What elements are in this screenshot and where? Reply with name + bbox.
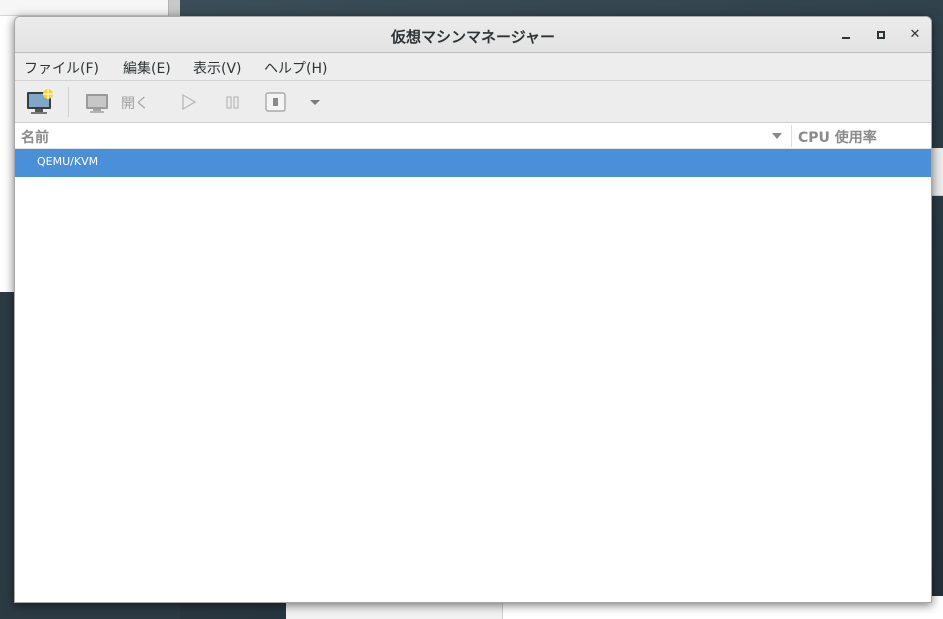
column-header-cpu[interactable]: CPU 使用率 [798, 127, 877, 147]
menu-file[interactable]: ファイル(F) [24, 58, 99, 78]
maximize-icon [877, 31, 885, 39]
connection-name: QEMU/KVM [37, 155, 99, 168]
connection-list[interactable]: QEMU/KVM [15, 149, 931, 602]
pause-icon [226, 96, 239, 109]
menu-view[interactable]: 表示(V) [193, 58, 242, 78]
list-item[interactable]: QEMU/KVM [15, 149, 931, 177]
open-button[interactable]: 開く [83, 81, 153, 123]
sort-down-icon[interactable] [772, 133, 782, 139]
title-bar[interactable]: 仮想マシンマネージャー ✕ [15, 17, 931, 53]
pause-button[interactable] [219, 81, 247, 123]
window-title: 仮想マシンマネージャー [391, 28, 555, 46]
minimize-icon [842, 37, 850, 39]
play-icon [182, 93, 197, 111]
close-icon: ✕ [909, 27, 921, 42]
menu-bar: ファイル(F) 編集(E) 表示(V) ヘルプ(H) [15, 53, 931, 81]
open-label: 開く [121, 96, 149, 112]
minimize-button[interactable] [836, 25, 856, 45]
close-button[interactable]: ✕ [905, 25, 925, 45]
new-vm-button[interactable] [23, 81, 59, 123]
virt-manager-window: 仮想マシンマネージャー ✕ ファイル(F) 編集(E) 表示(V) ヘルプ(H) [14, 16, 932, 603]
shutdown-menu-button[interactable] [305, 81, 325, 123]
maximize-button[interactable] [871, 25, 891, 45]
shutdown-button[interactable] [261, 81, 289, 123]
new-vm-icon [27, 89, 53, 114]
run-button[interactable] [175, 81, 203, 123]
column-header-name[interactable]: 名前 [21, 127, 49, 147]
list-header: 名前 CPU 使用率 [15, 123, 931, 149]
chevron-down-icon [310, 100, 320, 105]
toolbar: 開く [15, 81, 931, 123]
menu-help[interactable]: ヘルプ(H) [264, 58, 327, 78]
menu-edit[interactable]: 編集(E) [123, 58, 171, 78]
shutdown-icon [265, 92, 286, 112]
monitor-icon [86, 94, 108, 113]
